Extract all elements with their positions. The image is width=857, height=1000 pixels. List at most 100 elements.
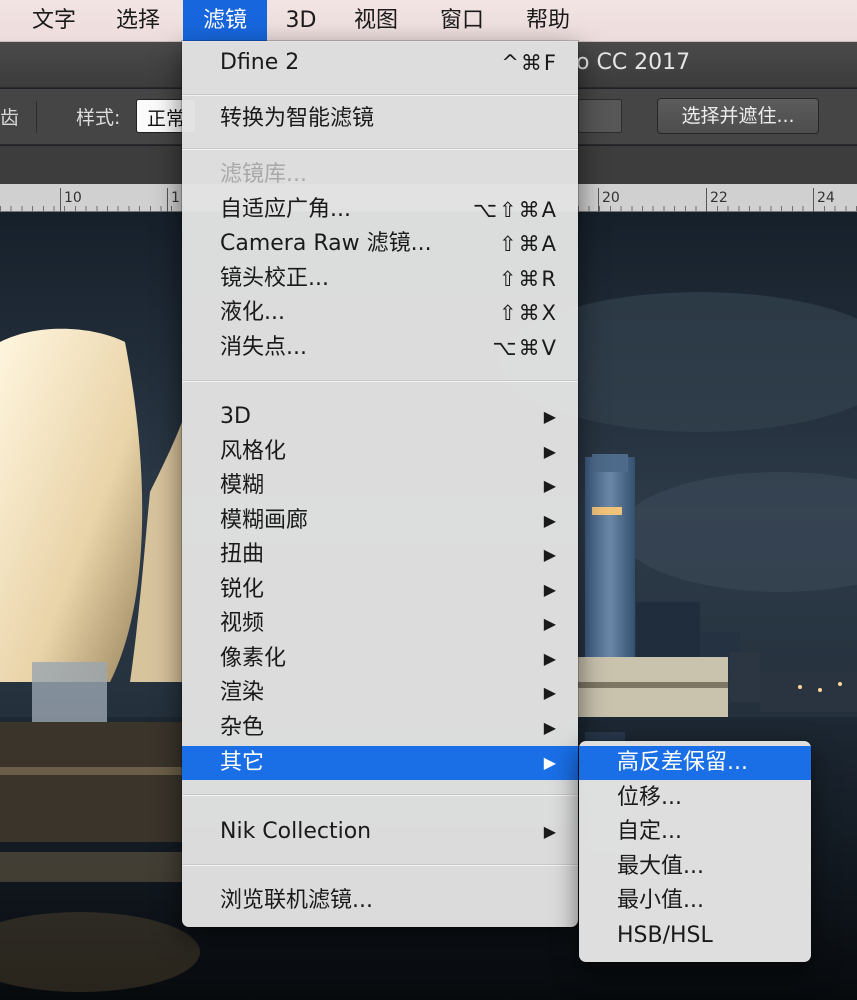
menu-item-video[interactable]: 视频 ▶ (182, 607, 578, 641)
menu-divider (182, 148, 578, 150)
menu-item-label: Dfine 2 (220, 50, 300, 75)
menu-item-label: 滤镜库... (220, 162, 307, 187)
submenu-arrow-icon: ▶ (543, 822, 556, 841)
submenu-item-label: 最小值... (617, 888, 704, 913)
submenu-arrow-icon: ▶ (543, 718, 556, 737)
menu-item-label: 视频 (220, 611, 265, 636)
menu-item-sharpen[interactable]: 锐化 ▶ (182, 573, 578, 607)
ruler-major-tick (598, 188, 599, 212)
menu-item-filter-gallery: 滤镜库... (182, 158, 578, 192)
menubar-3d[interactable]: 3D (270, 0, 332, 41)
submenu-arrow-icon: ▶ (543, 511, 556, 530)
submenu-item-label: 自定... (617, 819, 682, 844)
menu-divider (182, 864, 578, 866)
menubar-view[interactable]: 视图 (340, 0, 412, 41)
menu-item-label: 模糊 (220, 473, 265, 498)
menu-item-pixelate[interactable]: 像素化 ▶ (182, 642, 578, 676)
menu-item-label: 像素化 (220, 646, 287, 671)
menu-item-label: 自适应广角... (220, 197, 351, 222)
antialias-label: 齿 (0, 107, 20, 129)
menu-item-shortcut: ⌥⇧⌘A (472, 198, 558, 222)
menu-item-noise[interactable]: 杂色 ▶ (182, 711, 578, 745)
other-submenu: 高反差保留... 位移... 自定... 最大值... 最小值... HSB/H… (579, 741, 811, 962)
ruler-label: 1 (171, 190, 180, 206)
menu-item-browse-online-filters[interactable]: 浏览联机滤镜... (182, 884, 578, 918)
submenu-arrow-icon: ▶ (543, 407, 556, 426)
submenu-item-high-pass[interactable]: 高反差保留... (579, 746, 811, 780)
menu-item-label: 镜头校正... (220, 266, 329, 291)
submenu-arrow-icon: ▶ (543, 683, 556, 702)
ruler-label: 24 (817, 190, 835, 206)
menu-item-label: 模糊画廊 (220, 508, 309, 533)
submenu-arrow-icon: ▶ (543, 442, 556, 461)
menubar-select[interactable]: 选择 (102, 0, 174, 41)
menu-item-blur[interactable]: 模糊 ▶ (182, 469, 578, 503)
menu-item-vanishing-point[interactable]: 消失点... ⌥⌘V (182, 331, 578, 365)
submenu-arrow-icon: ▶ (543, 476, 556, 495)
options-separator (36, 101, 37, 133)
menu-item-shortcut: ⌥⌘V (492, 336, 558, 360)
menu-item-label: Nik Collection (220, 819, 372, 844)
submenu-item-custom[interactable]: 自定... (579, 815, 811, 849)
menu-item-label: 扭曲 (220, 542, 265, 567)
menubar-help[interactable]: 帮助 (512, 0, 584, 41)
menu-item-adaptive-wide-angle[interactable]: 自适应广角... ⌥⇧⌘A (182, 193, 578, 227)
menu-item-render[interactable]: 渲染 ▶ (182, 676, 578, 710)
menu-item-label: 转换为智能滤镜 (220, 106, 375, 131)
menu-divider (182, 794, 578, 796)
menu-item-label: 液化... (220, 300, 285, 325)
menu-item-dfine2[interactable]: Dfine 2 ^⌘F (182, 46, 578, 80)
height-field[interactable] (578, 99, 622, 133)
style-label: 样式: (76, 107, 121, 129)
submenu-item-maximum[interactable]: 最大值... (579, 850, 811, 884)
submenu-item-label: 位移... (617, 785, 682, 810)
menu-item-shortcut: ⇧⌘A (499, 232, 558, 256)
menu-item-label: 消失点... (220, 335, 307, 360)
menu-item-label: 渲染 (220, 680, 265, 705)
menu-item-liquify[interactable]: 液化... ⇧⌘X (182, 296, 578, 330)
submenu-item-label: 高反差保留... (617, 750, 748, 775)
submenu-arrow-icon: ▶ (543, 649, 556, 668)
ruler-label: 20 (602, 190, 620, 206)
submenu-item-label: HSB/HSL (617, 923, 713, 948)
menu-item-label: 锐化 (220, 577, 265, 602)
submenu-item-hsb-hsl[interactable]: HSB/HSL (579, 919, 811, 953)
menu-item-label: 风格化 (220, 439, 287, 464)
select-and-mask-button[interactable]: 选择并遮住... (657, 98, 819, 134)
menu-item-camera-raw[interactable]: Camera Raw 滤镜... ⇧⌘A (182, 227, 578, 261)
menubar-type[interactable]: 文字 (18, 0, 90, 41)
ruler-major-tick (706, 188, 707, 212)
menu-item-other[interactable]: 其它 ▶ (182, 746, 578, 780)
submenu-arrow-icon: ▶ (543, 580, 556, 599)
menu-item-blur-gallery[interactable]: 模糊画廊 ▶ (182, 504, 578, 538)
menubar-filter[interactable]: 滤镜 (183, 0, 267, 41)
menubar-window[interactable]: 窗口 (426, 0, 498, 41)
menu-item-distort[interactable]: 扭曲 ▶ (182, 538, 578, 572)
filter-menu: Dfine 2 ^⌘F 转换为智能滤镜 滤镜库... 自适应广角... ⌥⇧⌘A… (182, 41, 578, 927)
menu-item-shortcut: ⇧⌘R (498, 267, 558, 291)
menu-item-stylize[interactable]: 风格化 ▶ (182, 435, 578, 469)
menu-divider (182, 94, 578, 96)
submenu-item-label: 最大值... (617, 854, 704, 879)
menu-item-label: 其它 (220, 750, 265, 775)
ruler-major-tick (60, 188, 61, 212)
ruler-major-tick (167, 188, 168, 212)
ruler-label: 10 (64, 190, 82, 206)
menu-item-label: 3D (220, 404, 251, 429)
menu-item-lens-correction[interactable]: 镜头校正... ⇧⌘R (182, 262, 578, 296)
ruler-label: 22 (710, 190, 728, 206)
submenu-item-minimum[interactable]: 最小值... (579, 884, 811, 918)
menu-item-label: Camera Raw 滤镜... (220, 231, 432, 256)
submenu-arrow-icon: ▶ (543, 545, 556, 564)
menu-item-3d[interactable]: 3D ▶ (182, 400, 578, 434)
menu-item-nik-collection[interactable]: Nik Collection ▶ (182, 815, 578, 849)
menu-item-shortcut: ⇧⌘X (499, 301, 558, 325)
menu-item-label: 杂色 (220, 715, 265, 740)
menu-item-convert-smart-filter[interactable]: 转换为智能滤镜 (182, 102, 578, 136)
submenu-item-offset[interactable]: 位移... (579, 781, 811, 815)
menu-divider (182, 380, 578, 382)
menu-item-shortcut: ^⌘F (501, 51, 558, 75)
menu-bar: 文字 选择 滤镜 3D 视图 窗口 帮助 (0, 0, 857, 42)
window-title: o CC 2017 (576, 50, 691, 75)
submenu-arrow-icon: ▶ (543, 614, 556, 633)
